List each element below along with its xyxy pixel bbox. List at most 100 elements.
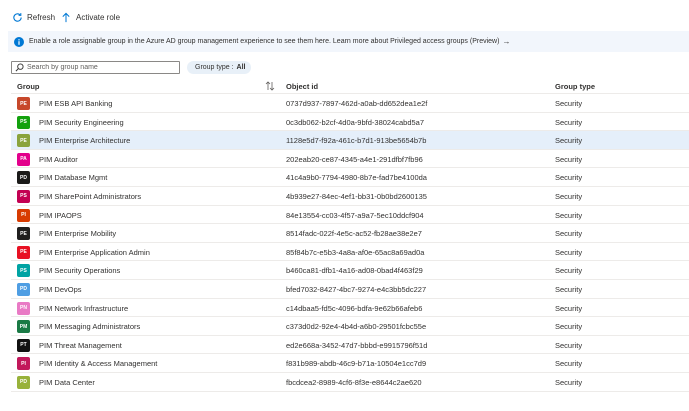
table-row[interactable]: PS PIM SharePoint Administrators 4b939e27-… xyxy=(11,187,689,206)
object-id: c14dbaa5-fd5c-4096-bdfa-9e62b66afeb6 xyxy=(286,303,423,313)
table-row[interactable]: PD PIM DevOps bfed7032-8427-4bc7-9274-e4c3… xyxy=(11,280,689,299)
group-name: PIM Network Infrastructure xyxy=(39,303,129,313)
group-type: Security xyxy=(555,136,583,146)
table-row[interactable]: PI PIM IPAOPS 84e13554-cc03-4f57-a9a7-5ec1… xyxy=(11,206,689,225)
group-type: Security xyxy=(555,247,583,257)
group-name: PIM Auditor xyxy=(39,154,78,164)
group-type: Security xyxy=(555,266,583,276)
arrow-right-icon[interactable]: → xyxy=(502,37,510,46)
group-avatar: PI xyxy=(17,357,30,371)
group-name: PIM ESB API Banking xyxy=(39,99,113,108)
group-name: PIM Security Operations xyxy=(39,266,121,276)
refresh-button[interactable]: Refresh xyxy=(11,10,55,24)
object-id: bfed7032-8427-4bc7-9274-e4c3bb5dc227 xyxy=(286,284,427,294)
group-avatar: PN xyxy=(17,301,30,315)
group-avatar: PE xyxy=(17,134,30,148)
search-box[interactable] xyxy=(11,61,180,74)
search-icon xyxy=(15,63,24,72)
table-row[interactable]: PE PIM Enterprise Mobility 8514fadc-022f-4… xyxy=(11,224,689,243)
group-type: Security xyxy=(555,284,583,294)
group-avatar: PS xyxy=(17,115,30,129)
group-avatar: PE xyxy=(17,227,30,241)
object-id: f831b989-abdb-46c9-b71a-10504e1cc7d9 xyxy=(286,359,427,369)
group-type: Security xyxy=(555,377,583,387)
table-row[interactable]: PD PIM Data Center fbcdcea2-8989-4cf6-8f3e… xyxy=(11,373,689,392)
group-name: PIM IPAOPS xyxy=(39,210,82,220)
group-name: PIM DevOps xyxy=(39,284,82,294)
group-type: Security xyxy=(555,229,583,239)
object-id: b460ca81-dfb1-4a16-ad08-0bad4f463f29 xyxy=(286,266,423,276)
object-id: 1128e5d7-f92a-461c-b7d1-913be5654b7b xyxy=(286,136,427,146)
group-name: PIM SharePoint Administrators xyxy=(39,191,142,201)
group-type-filter[interactable]: Group type : All xyxy=(187,61,252,74)
table-row[interactable]: PI PIM Identity & Access Management f831b9… xyxy=(11,354,689,373)
table-row[interactable]: PM PIM Messaging Administrators c373d0d2-9… xyxy=(11,317,689,336)
activate-role-label: Activate role xyxy=(76,12,121,22)
table-row[interactable]: PD PIM Database Mgmt 41c4a9b0-7794-4980-8b… xyxy=(11,168,689,187)
table-row[interactable]: PE PIM Enterprise Architecture 1128e5d7-f9… xyxy=(11,131,689,150)
object-id: 4b939e27-84ec-4ef1-bb31-0b0bd2600135 xyxy=(286,191,427,201)
grid-header: Group Object id Group type xyxy=(11,79,689,94)
object-id: fbcdcea2-8989-4cf6-8f3e-e8644c2ae620 xyxy=(286,377,422,387)
object-id: 84e13554-cc03-4f57-a9a7-5ec10ddcf904 xyxy=(286,210,424,220)
column-header-group[interactable]: Group xyxy=(17,82,40,91)
group-type-filter-label: Group type : xyxy=(195,64,234,71)
object-id: 0737d937-7897-462d-a0ab-dd652dea1e2f xyxy=(286,99,428,108)
arrow-up-icon xyxy=(60,11,72,23)
group-avatar: PD xyxy=(17,282,30,296)
command-bar: Refresh Activate role xyxy=(0,0,689,30)
refresh-label: Refresh xyxy=(27,12,56,22)
search-input[interactable] xyxy=(27,64,167,71)
column-header-object-id[interactable]: Object id xyxy=(286,82,318,91)
banner-text: Enable a role assignable group in the Az… xyxy=(29,38,500,45)
grid-body: PE PIM ESB API Banking 0737d937-7897-462d-… xyxy=(11,94,689,392)
object-id: 202eab20-ce87-4345-a4e1-291dfbf7fb96 xyxy=(286,154,423,164)
group-avatar: PD xyxy=(17,375,30,389)
group-name: PIM Enterprise Application Admin xyxy=(39,247,150,257)
group-avatar: PD xyxy=(17,171,30,185)
table-row[interactable]: PE PIM ESB API Banking 0737d937-7897-462d-… xyxy=(11,94,689,113)
group-type: Security xyxy=(555,359,583,369)
group-avatar: PE xyxy=(17,97,30,110)
refresh-icon xyxy=(11,11,23,23)
group-type: Security xyxy=(555,117,583,127)
sort-icon[interactable] xyxy=(265,81,275,91)
group-name: PIM Threat Management xyxy=(39,340,122,350)
info-banner: Enable a role assignable group in the Az… xyxy=(8,31,689,52)
group-avatar: PS xyxy=(17,189,30,203)
object-id: ed2e668a-3452-47d7-bbbd-e9915796f51d xyxy=(286,340,428,350)
activate-role-button[interactable]: Activate role xyxy=(60,10,120,24)
group-name: PIM Security Engineering xyxy=(39,117,124,127)
group-name: PIM Messaging Administrators xyxy=(39,322,141,332)
table-row[interactable]: PS PIM Security Operations b460ca81-dfb1-4… xyxy=(11,261,689,280)
group-type: Security xyxy=(555,154,583,164)
group-name: PIM Enterprise Architecture xyxy=(39,136,131,146)
group-avatar: PT xyxy=(17,338,30,352)
group-name: PIM Data Center xyxy=(39,377,95,387)
table-row[interactable]: PA PIM Auditor 202eab20-ce87-4345-a4e1-291… xyxy=(11,150,689,169)
table-row[interactable]: PN PIM Network Infrastructure c14dbaa5-fd5… xyxy=(11,299,689,318)
table-row[interactable]: PE PIM Enterprise Application Admin 85f84b… xyxy=(11,243,689,262)
group-type: Security xyxy=(555,191,583,201)
group-avatar: PE xyxy=(17,245,30,259)
table-row[interactable]: PS PIM Security Engineering 0c3db062-b2cf-… xyxy=(11,113,689,132)
group-avatar: PI xyxy=(17,208,30,222)
group-name: PIM Database Mgmt xyxy=(39,173,108,183)
group-avatar: PS xyxy=(17,264,30,278)
group-type: Security xyxy=(555,210,583,220)
groups-grid: Group Object id Group type PE PIM ESB API… xyxy=(11,79,689,392)
group-avatar: PA xyxy=(17,152,30,166)
info-icon xyxy=(14,36,24,47)
group-type: Security xyxy=(555,99,583,108)
group-avatar: PM xyxy=(17,320,30,334)
object-id: c373d0d2-92e4-4b4d-a6b0-29501fcbc55e xyxy=(286,322,427,332)
object-id: 8514fadc-022f-4e5c-ac52-fb28ae38e2e7 xyxy=(286,229,422,239)
group-type-filter-value: All xyxy=(236,64,246,71)
table-row[interactable]: PT PIM Threat Management ed2e668a-3452-47d… xyxy=(11,336,689,355)
group-name: PIM Identity & Access Management xyxy=(39,359,158,369)
column-header-group-type[interactable]: Group type xyxy=(555,82,595,91)
group-type: Security xyxy=(555,303,583,313)
group-type: Security xyxy=(555,322,583,332)
group-type: Security xyxy=(555,340,583,350)
object-id: 41c4a9b0-7794-4980-8b7e-fad7be4100da xyxy=(286,173,427,183)
